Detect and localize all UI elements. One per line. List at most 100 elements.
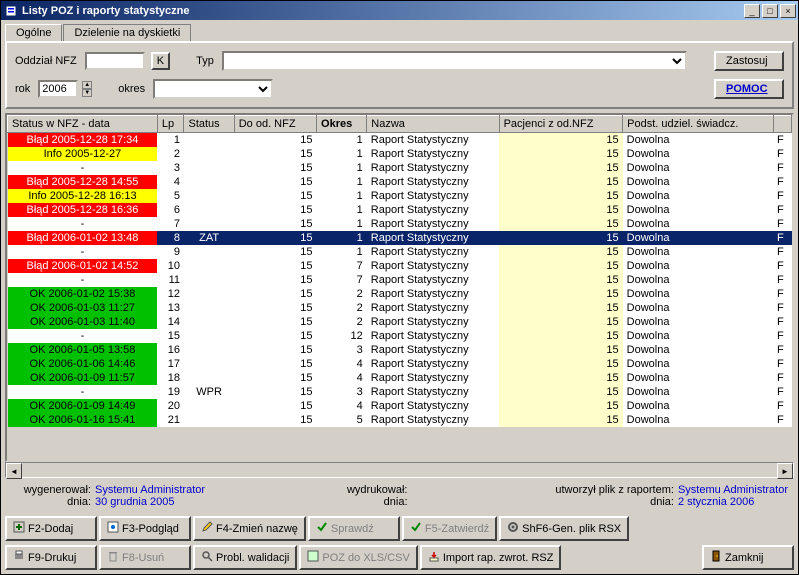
window-title: Listy POZ i raporty statystyczne xyxy=(22,5,742,17)
table-row[interactable]: OK 2006-01-09 11:5718ZAT154Raport Statys… xyxy=(8,371,792,385)
table-row[interactable]: Info 2005-12-28 16:135ZAT151Raport Staty… xyxy=(8,189,792,203)
rok-input[interactable] xyxy=(38,80,78,98)
table-row[interactable]: OK 2006-01-06 14:4617ZAT154Raport Statys… xyxy=(8,357,792,371)
table-row[interactable]: Info 2005-12-272ZAT151Raport Statystyczn… xyxy=(8,147,792,161)
pacjenci-cell: 15 xyxy=(499,343,623,357)
created-file-value: Systemu Administrator xyxy=(678,484,788,496)
created-date-value: 2 stycznia 2006 xyxy=(678,496,754,508)
lp-cell: 13 xyxy=(157,301,184,315)
extra-cell: F xyxy=(773,245,791,259)
scroll-left-icon[interactable]: ◄ xyxy=(6,463,22,479)
button-label: Zamknij xyxy=(725,552,764,564)
lp-cell: 6 xyxy=(157,203,184,217)
podst-cell: Dowolna xyxy=(623,371,773,385)
okres-cell: 1 xyxy=(317,217,367,231)
stat-cell: ZAT xyxy=(184,329,234,343)
extra-cell: F xyxy=(773,133,791,148)
do-cell: 15 xyxy=(234,357,316,371)
table-row[interactable]: Błąd 2006-01-02 14:5210ZAT157Raport Stat… xyxy=(8,259,792,273)
pacjenci-cell: 15 xyxy=(499,217,623,231)
approve-button[interactable]: F5-Zatwierdź xyxy=(402,516,497,541)
validation-button[interactable]: Probl. walidacji xyxy=(193,545,297,570)
add-button[interactable]: F2-Dodaj xyxy=(5,516,97,541)
delete-button[interactable]: F8-Usuń xyxy=(99,545,191,570)
lp-cell: 14 xyxy=(157,315,184,329)
table-row[interactable]: -19WPR153Raport Statystyczny15DowolnaF xyxy=(8,385,792,399)
rename-button[interactable]: F4-Zmień nazwę xyxy=(193,516,306,541)
button-label: F8-Usuń xyxy=(122,552,164,564)
export-xls-button[interactable]: POZ do XLS/CSV xyxy=(299,545,417,570)
pacjenci-cell: 15 xyxy=(499,161,623,175)
podst-cell: Dowolna xyxy=(623,357,773,371)
okres-cell: 5 xyxy=(317,413,367,427)
table-row[interactable]: OK 2006-01-05 13:5816ZAT153Raport Statys… xyxy=(8,343,792,357)
import-icon xyxy=(428,550,440,565)
table-row[interactable]: Błąd 2006-01-02 13:488ZAT151Raport Staty… xyxy=(8,231,792,245)
horizontal-scrollbar[interactable]: ◄ ► xyxy=(5,462,794,478)
trash-icon xyxy=(107,550,119,565)
check-button[interactable]: Sprawdź xyxy=(308,516,400,541)
okres-cell: 1 xyxy=(317,147,367,161)
print-button[interactable]: F9-Drukuj xyxy=(5,545,97,570)
table-row[interactable]: OK 2006-01-02 15:3812ZAT152Raport Statys… xyxy=(8,287,792,301)
oddzial-input[interactable] xyxy=(85,52,145,70)
title-bar: Listy POZ i raporty statystyczne _ □ × xyxy=(1,1,798,20)
okres-cell: 3 xyxy=(317,385,367,399)
gen-rsx-button[interactable]: ShF6-Gen. plik RSX xyxy=(499,516,629,541)
nazwa-cell: Raport Statystyczny xyxy=(367,217,499,231)
k-button[interactable]: K xyxy=(151,52,170,70)
table-row[interactable]: -9ZAT151Raport Statystyczny15DowolnaF xyxy=(8,245,792,259)
okres-cell: 1 xyxy=(317,189,367,203)
column-header[interactable] xyxy=(773,116,791,133)
lp-cell: 20 xyxy=(157,399,184,413)
column-header[interactable]: Nazwa xyxy=(367,116,499,133)
table-row[interactable]: -15ZAT1512Raport Statystyczny15DowolnaF xyxy=(8,329,792,343)
stat-cell: ZAT xyxy=(184,343,234,357)
search-icon xyxy=(201,550,213,565)
button-label: F4-Zmień nazwę xyxy=(216,523,298,535)
table-row[interactable]: Błąd 2005-12-28 14:554ZAT151Raport Staty… xyxy=(8,175,792,189)
help-button[interactable]: POMOC xyxy=(714,79,784,99)
table-row[interactable]: Błąd 2005-12-28 17:341ZAT151Raport Staty… xyxy=(8,133,792,148)
table-row[interactable]: Błąd 2005-12-28 16:366ZAT151Raport Staty… xyxy=(8,203,792,217)
column-header[interactable]: Do od. NFZ xyxy=(234,116,316,133)
status-cell: - xyxy=(8,245,158,259)
tab-diskette[interactable]: Dzielenie na dyskietki xyxy=(63,24,191,41)
extra-cell: F xyxy=(773,371,791,385)
close-button[interactable]: Zamknij xyxy=(702,545,794,570)
table-row[interactable]: OK 2006-01-16 15:4121ZAT155Raport Statys… xyxy=(8,413,792,427)
minimize-button[interactable]: _ xyxy=(744,4,760,18)
table-row[interactable]: OK 2006-01-03 11:2713ZAT152Raport Statys… xyxy=(8,301,792,315)
column-header[interactable]: Status xyxy=(184,116,234,133)
typ-select[interactable] xyxy=(222,51,687,71)
button-label: Probl. walidacji xyxy=(216,552,289,564)
lp-cell: 5 xyxy=(157,189,184,203)
tab-general[interactable]: Ogólne xyxy=(5,24,62,41)
column-header[interactable]: Status w NFZ - data xyxy=(8,116,158,133)
import-rsz-button[interactable]: Import rap. zwrot. RSZ xyxy=(420,545,562,570)
scroll-right-icon[interactable]: ► xyxy=(777,463,793,479)
column-header[interactable]: Podst. udziel. świadcz. xyxy=(623,116,773,133)
pacjenci-cell: 15 xyxy=(499,399,623,413)
extra-cell: F xyxy=(773,399,791,413)
pacjenci-cell: 15 xyxy=(499,357,623,371)
rok-spinner[interactable]: ▲▼ xyxy=(82,81,92,97)
status-cell: Błąd 2005-12-28 16:36 xyxy=(8,203,158,217)
okres-select[interactable] xyxy=(153,79,273,99)
data-grid[interactable]: Status w NFZ - dataLpStatusDo od. NFZOkr… xyxy=(5,113,794,462)
column-header[interactable]: Okres xyxy=(317,116,367,133)
preview-button[interactable]: F3-Podgląd xyxy=(99,516,191,541)
table-row[interactable]: -3ZAT151Raport Statystyczny15DowolnaF xyxy=(8,161,792,175)
okres-cell: 2 xyxy=(317,301,367,315)
table-row[interactable]: -11ZAT157Raport Statystyczny15DowolnaF xyxy=(8,273,792,287)
maximize-button[interactable]: □ xyxy=(762,4,778,18)
table-row[interactable]: OK 2006-01-09 14:4920ZAT154Raport Statys… xyxy=(8,399,792,413)
table-row[interactable]: OK 2006-01-03 11:4014ZAT152Raport Statys… xyxy=(8,315,792,329)
footer-info: wygenerował:Systemu Administrator dnia:3… xyxy=(1,478,798,514)
tab-panel: Oddział NFZ K Typ Zastosuj rok ▲▼ okres … xyxy=(5,41,794,109)
apply-button[interactable]: Zastosuj xyxy=(714,51,784,71)
column-header[interactable]: Pacjenci z od.NFZ xyxy=(499,116,623,133)
table-row[interactable]: -7ZAT151Raport Statystyczny15DowolnaF xyxy=(8,217,792,231)
column-header[interactable]: Lp xyxy=(157,116,184,133)
close-window-button[interactable]: × xyxy=(780,4,796,18)
